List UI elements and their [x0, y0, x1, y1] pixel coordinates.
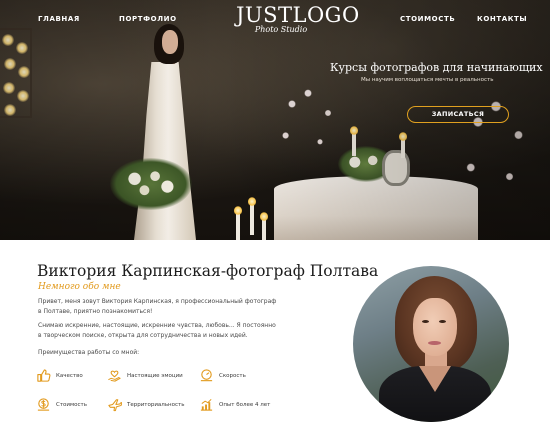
- hero-title: Курсы фотографов для начинающих: [330, 61, 543, 74]
- candle: [248, 197, 256, 235]
- experience-chart-icon: [199, 397, 214, 412]
- about-paragraph: Снимаю искренние, настоящие, искренние ч…: [38, 322, 276, 339]
- photographer-portrait: [353, 266, 509, 422]
- feature-quality: Качество: [36, 368, 83, 383]
- feature-territory: Территориальность: [107, 397, 185, 412]
- nav-contacts-link[interactable]: КОНТАКТЫ: [477, 15, 527, 23]
- portrait-face: [413, 298, 457, 356]
- bride-face: [162, 30, 178, 54]
- light-bulb: [17, 90, 29, 102]
- nav-price-link[interactable]: СТОИМОСТЬ: [400, 15, 455, 23]
- candle: [399, 132, 407, 158]
- light-bulb: [3, 82, 15, 94]
- light-bulb: [16, 42, 28, 54]
- about-script-heading: Немного обо мне: [38, 282, 121, 292]
- portrait-eye: [422, 320, 429, 323]
- feature-experience: Опыт более 4 лет: [199, 397, 270, 412]
- candle: [234, 206, 242, 240]
- light-bulb: [4, 104, 16, 116]
- table-frame: [382, 150, 410, 186]
- portrait-eye: [439, 320, 446, 323]
- plane-icon: [107, 397, 122, 412]
- light-bulb: [2, 34, 14, 46]
- wedding-bouquet: [110, 158, 192, 210]
- signup-button[interactable]: ЗАПИСАТЬСЯ: [407, 106, 509, 123]
- about-title: Виктория Карпинская-фотограф Полтава: [37, 262, 379, 280]
- portrait-lips: [428, 341, 441, 345]
- about-paragraph: Привет, меня зовут Виктория Карпинская, …: [38, 298, 277, 315]
- thumbs-up-icon: [36, 368, 51, 383]
- advantages-heading: Преимущества работы со мной:: [38, 349, 140, 356]
- light-bulb: [18, 66, 30, 78]
- feature-price: Стоимость: [36, 397, 87, 412]
- speed-icon: [199, 368, 214, 383]
- nav-home-link[interactable]: ГЛАВНАЯ: [38, 15, 80, 23]
- site-logo[interactable]: JUSTLOGO Photo Studio: [236, 3, 360, 34]
- logo-text: JUSTLOGO: [236, 3, 360, 27]
- candle: [350, 126, 358, 156]
- candle: [260, 212, 268, 240]
- feature-emotions: Настоящие эмоции: [107, 368, 183, 383]
- light-bulb: [4, 58, 16, 70]
- heart-hand-icon: [107, 368, 122, 383]
- bride-dress: [134, 62, 196, 240]
- price-icon: [36, 397, 51, 412]
- feature-speed: Скорость: [199, 368, 246, 383]
- decor-table: [274, 176, 478, 240]
- hero-subtitle: Мы научим воплощаться мечты в реальность: [361, 77, 494, 83]
- nav-portfolio-link[interactable]: ПОРТФОЛИО: [119, 15, 177, 23]
